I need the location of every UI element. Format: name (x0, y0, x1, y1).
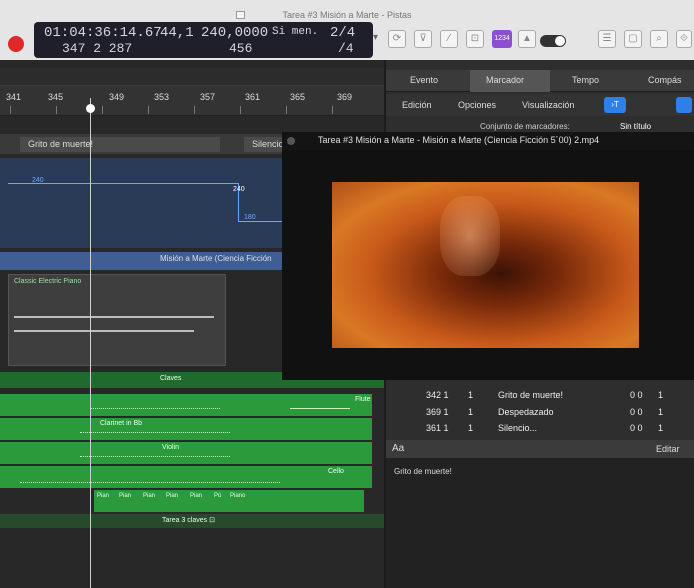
playhead-handle[interactable] (86, 104, 95, 113)
movie-frame-detail (440, 196, 500, 276)
note-toolbar (386, 440, 694, 458)
lcd-key[interactable]: Si men. (272, 26, 318, 38)
lcd-tempo-sub: 456 (229, 41, 253, 56)
window-title: Tarea #3 Misión a Marte - Pistas (282, 10, 412, 20)
list-position: 342 1 (426, 390, 449, 400)
tab-tempo[interactable]: Tempo (572, 75, 599, 85)
list-number: 1 (468, 423, 474, 433)
replace-icon[interactable]: ⊽ (414, 30, 432, 48)
marker[interactable]: Grito de muerte! (20, 137, 220, 152)
chevron-down-icon[interactable]: ▾ (373, 32, 378, 43)
list-value: 1 (658, 390, 664, 400)
playhead[interactable] (90, 98, 91, 588)
menu-opciones[interactable]: Opciones (458, 100, 496, 110)
tarea-label: Tarea 3 claves ⊡ (162, 517, 215, 524)
list-item[interactable]: 361 1 1 Silencio... 0 0 1 (386, 421, 694, 436)
lcd-signature-bottom: /4 (338, 41, 354, 56)
filter-icon[interactable]: ›T (604, 97, 626, 113)
solo-icon[interactable]: ⊡ (466, 30, 484, 48)
note-chip: Pian (97, 493, 110, 499)
lcd-signature-top[interactable]: 2/4 (330, 25, 355, 41)
tab-marcador[interactable]: Marcador (486, 75, 524, 85)
ruler-bar: 365 (290, 92, 306, 102)
note-chip: Piano (230, 493, 246, 499)
cycle-icon[interactable]: ⟳ (388, 30, 406, 48)
note-chip: Pian (119, 493, 132, 499)
automation-value: 240 (32, 177, 44, 184)
list-length: 0 0 (630, 407, 643, 417)
piano-region-label: Classic Electric Piano (14, 278, 82, 285)
movie-region-label: Misión a Marte (Ciencia Ficción (160, 254, 272, 263)
list-value: 1 (658, 407, 664, 417)
claves-label: Claves (160, 375, 182, 382)
close-icon[interactable] (287, 137, 295, 145)
search-icon[interactable]: ⌕ (650, 30, 668, 48)
toggle-knob (555, 36, 565, 46)
edit-button[interactable]: Editar (656, 444, 680, 454)
automation-line (238, 221, 288, 222)
lcd-time: 01:04:36:14.67 (44, 25, 162, 41)
list-length: 0 0 (630, 390, 643, 400)
tab-evento[interactable]: Evento (410, 75, 438, 85)
browser-icon[interactable]: ⟐ (676, 30, 692, 48)
count-in-button[interactable]: 1234 (492, 30, 512, 48)
cello-label: Cello (328, 468, 344, 475)
movie-window-title: Tarea #3 Misión a Marte - Misión a Marte… (318, 135, 600, 145)
note-chip: Pian (143, 493, 156, 499)
list-number: 1 (468, 390, 474, 400)
violin-region[interactable] (0, 442, 372, 464)
tracks-toolbar[interactable] (0, 68, 384, 86)
ruler-bar: 369 (337, 92, 353, 102)
record-button[interactable] (8, 36, 24, 52)
tab-compas[interactable]: Compás (648, 75, 682, 85)
ruler-bar: 349 (109, 92, 125, 102)
list-number: 1 (468, 407, 474, 417)
list-name: Silencio... (498, 423, 538, 433)
tuner-icon[interactable]: ⁄ (440, 30, 458, 48)
menu-visualizacion[interactable]: Visualización (522, 100, 574, 110)
list-view-icon[interactable] (676, 97, 692, 113)
list-editor-icon[interactable]: ☰ (598, 30, 616, 48)
list-value: 1 (658, 423, 664, 433)
flute-label: Flute (355, 396, 371, 403)
piano-notes-region[interactable] (94, 490, 364, 512)
note-text-area[interactable] (386, 458, 694, 588)
notepad-icon[interactable]: ▢ (624, 30, 642, 48)
list-name: Grito de muerte! (498, 390, 564, 400)
marker-set-value[interactable]: Sin título (620, 122, 651, 131)
violin-label: Violin (162, 444, 179, 451)
list-position: 369 1 (426, 407, 449, 417)
marker-set-label: Conjunto de marcadores: (480, 122, 570, 131)
list-item[interactable]: 342 1 1 Grito de muerte! 0 0 1 (386, 388, 694, 403)
note-chip: Pian (166, 493, 179, 499)
lcd-sample-rate: 44,1 (160, 25, 194, 41)
note-text: Grito de muerte! (394, 467, 452, 476)
midi-region-piano[interactable] (8, 274, 226, 366)
list-position: 361 1 (426, 423, 449, 433)
automation-value: 180 (244, 214, 256, 221)
list-name: Despedazado (498, 407, 554, 417)
clarinet-label: Clarinet in Bb (100, 420, 143, 427)
marker[interactable]: Silencio (244, 137, 284, 152)
clarinet-region[interactable] (0, 418, 372, 440)
ruler-bar: 345 (48, 92, 64, 102)
ruler-bar: 361 (245, 92, 261, 102)
lcd-bars: 347 2 287 (62, 41, 133, 56)
automation-value: 240 (233, 186, 245, 193)
text-format-button[interactable]: Aa (392, 443, 404, 454)
list-item[interactable]: 369 1 1 Despedazado 0 0 1 (386, 405, 694, 420)
menu-edicion[interactable]: Edición (402, 100, 432, 110)
lcd-tempo[interactable]: 240,0000 (201, 25, 268, 41)
metronome-icon[interactable]: ▲ (518, 30, 536, 48)
note-chip: Pú (214, 493, 222, 499)
note-chip: Pian (190, 493, 203, 499)
flute-region[interactable] (0, 394, 372, 416)
ruler-bar: 357 (200, 92, 216, 102)
list-length: 0 0 (630, 423, 643, 433)
midi-notes (14, 330, 194, 332)
ruler-bar: 353 (154, 92, 170, 102)
ruler-bar: 341 (6, 92, 22, 102)
midi-notes (14, 316, 214, 318)
cello-region[interactable] (0, 466, 372, 488)
